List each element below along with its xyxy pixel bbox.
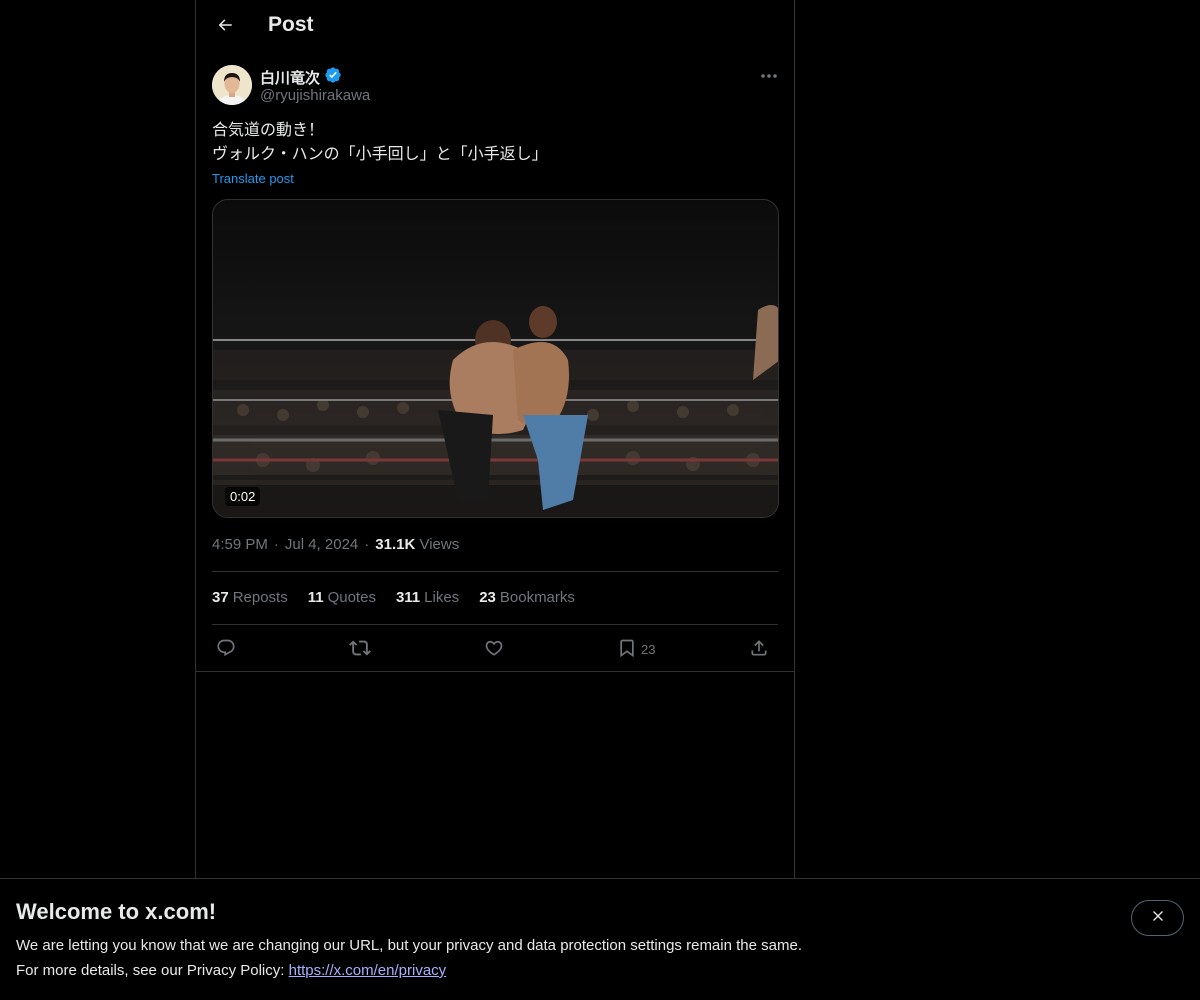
video-frame bbox=[213, 200, 778, 517]
reposts-stat[interactable]: 37 Reposts bbox=[212, 589, 288, 606]
likes-label: Likes bbox=[424, 589, 460, 606]
divider bbox=[212, 571, 778, 572]
banner-privacy-prefix: For more details, see our Privacy Policy… bbox=[16, 962, 285, 979]
post-text-line-2: ヴォルク・ハンの「小手回し」と「小手返し」 bbox=[212, 146, 548, 163]
repost-icon bbox=[349, 637, 371, 662]
more-horizontal-icon bbox=[760, 66, 778, 84]
translate-post-link[interactable]: Translate post bbox=[212, 171, 294, 186]
post-text-line-1: 合気道の動き！ bbox=[212, 122, 325, 139]
views-info: 31.1K Views bbox=[375, 536, 459, 553]
quotes-stat[interactable]: 11 Quotes bbox=[308, 589, 376, 606]
banner-message: We are letting you know that we are chan… bbox=[16, 937, 802, 954]
top-bar: Post bbox=[196, 0, 794, 53]
privacy-policy-link[interactable]: https://x.com/en/privacy bbox=[289, 962, 447, 979]
video-duration-badge: 0:02 bbox=[225, 487, 261, 506]
post-text: 合気道の動き！ ヴォルク・ハンの「小手回し」と「小手返し」 bbox=[212, 119, 778, 167]
reply-button[interactable] bbox=[216, 636, 236, 662]
heart-icon bbox=[484, 638, 504, 661]
likes-count: 311 bbox=[395, 589, 421, 606]
reply-icon bbox=[216, 638, 236, 661]
bookmarks-stat[interactable]: 23 Bookmarks bbox=[479, 589, 575, 606]
arrow-left-icon bbox=[216, 16, 234, 39]
views-count: 31.1K bbox=[375, 536, 416, 553]
engagement-stats: 37 Reposts 11 Quotes 311 Likes 23 Bookmarks bbox=[212, 589, 575, 606]
reposts-label: Reposts bbox=[232, 589, 288, 606]
verified-badge-icon bbox=[324, 66, 342, 88]
bookmark-icon bbox=[617, 638, 637, 661]
post-time[interactable]: 4:59 PM bbox=[212, 536, 268, 553]
share-button[interactable] bbox=[749, 636, 769, 662]
quotes-count: 11 bbox=[307, 589, 324, 606]
bookmarks-count: 23 bbox=[479, 589, 496, 606]
meta-separator: · bbox=[364, 536, 370, 553]
welcome-banner: Welcome to x.com! We are letting you kno… bbox=[0, 878, 1200, 1000]
main-column: Post 白川竜次 @ryujishirakawa 合気道の動き！ ヴォルク・ハ… bbox=[195, 0, 795, 878]
close-icon bbox=[1150, 908, 1166, 929]
quotes-label: Quotes bbox=[327, 589, 376, 606]
post-date[interactable]: Jul 4, 2024 bbox=[285, 536, 358, 553]
banner-privacy-line: For more details, see our Privacy Policy… bbox=[16, 962, 446, 979]
bookmark-button[interactable]: 23 bbox=[617, 636, 655, 662]
bookmark-count: 23 bbox=[641, 641, 656, 657]
repost-button[interactable] bbox=[349, 636, 371, 662]
divider bbox=[196, 671, 794, 672]
like-button[interactable] bbox=[484, 636, 504, 662]
divider bbox=[212, 624, 778, 625]
author-name-text: 白川竜次 bbox=[260, 69, 321, 87]
meta-separator: · bbox=[273, 536, 279, 553]
author-handle[interactable]: @ryujishirakawa bbox=[260, 87, 370, 104]
banner-title: Welcome to x.com! bbox=[16, 899, 217, 924]
share-icon bbox=[749, 638, 769, 661]
action-bar: 23 bbox=[212, 636, 778, 662]
reposts-count: 37 bbox=[212, 589, 229, 606]
views-label: Views bbox=[419, 536, 460, 553]
page-title: Post bbox=[268, 13, 314, 36]
bookmarks-label: Bookmarks bbox=[499, 589, 575, 606]
more-options-button[interactable] bbox=[756, 64, 782, 86]
avatar[interactable] bbox=[212, 65, 252, 105]
post-metadata: 4:59 PM · Jul 4, 2024 · 31.1K Views bbox=[212, 536, 459, 553]
author-name[interactable]: 白川竜次 bbox=[260, 66, 342, 88]
video-player[interactable]: 0:02 bbox=[212, 199, 779, 518]
likes-stat[interactable]: 311 Likes bbox=[396, 589, 459, 606]
back-button[interactable] bbox=[208, 10, 242, 44]
close-banner-button[interactable] bbox=[1131, 900, 1184, 936]
